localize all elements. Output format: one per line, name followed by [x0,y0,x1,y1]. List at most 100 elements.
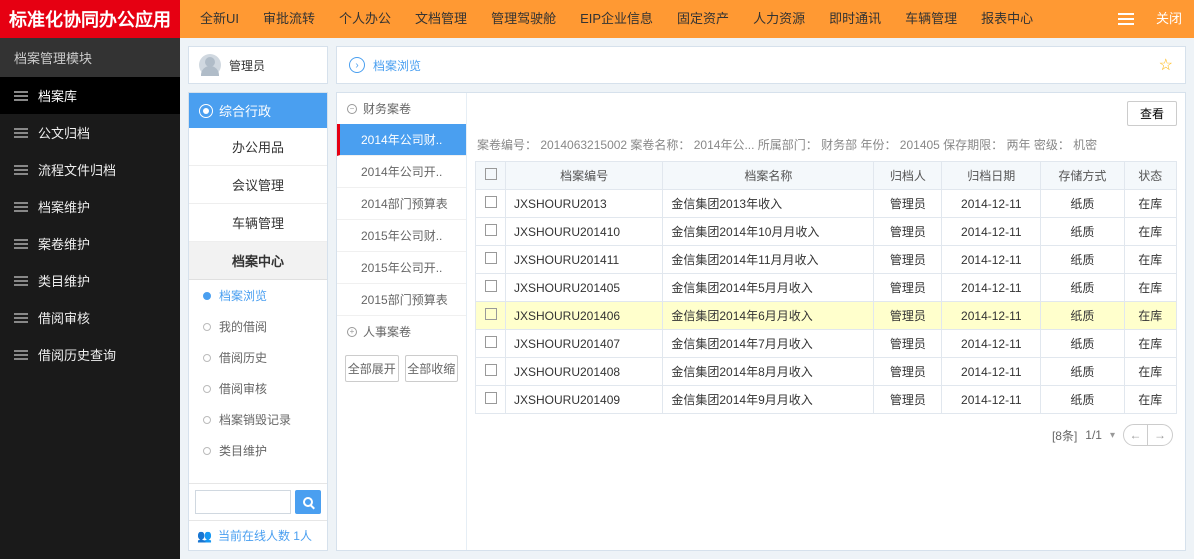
menu-bars-icon [14,350,28,360]
category-active[interactable]: 综合行政 [189,93,327,128]
topnav-item-9[interactable]: 车辆管理 [893,11,969,26]
radio-icon [203,354,211,362]
checkbox[interactable] [485,252,497,264]
archive-center-header: 档案中心 [189,242,327,280]
archive-sub-4[interactable]: 档案销毁记录 [189,404,327,435]
col-header-5: 存储方式 [1041,162,1124,190]
col-header-6: 状态 [1124,162,1177,190]
archive-sub-2[interactable]: 借阅历史 [189,342,327,373]
sidebar-item-3[interactable]: 档案维护 [0,188,180,225]
topnav-item-6[interactable]: 固定资产 [665,11,741,26]
checkbox[interactable] [485,336,497,348]
category-item-1[interactable]: 会议管理 [189,166,327,204]
sidebar-item-0[interactable]: 档案库 [0,77,180,114]
col-header-3: 归档人 [874,162,942,190]
radio-icon [203,323,211,331]
col-header-4: 归档日期 [942,162,1041,190]
menu-bars-icon [14,239,28,249]
category-item-0[interactable]: 办公用品 [189,128,327,166]
sidebar-item-2[interactable]: 流程文件归档 [0,151,180,188]
search-input[interactable] [195,490,291,514]
view-button[interactable]: 查看 [1127,101,1177,126]
topnav-item-4[interactable]: 管理驾驶舱 [479,11,568,26]
left-sidebar: 档案管理模块 档案库公文归档流程文件归档档案维护案卷维护类目维护借阅审核借阅历史… [0,38,180,559]
tree-group-finance[interactable]: − 财务案卷 [337,93,466,124]
menu-bars-icon [14,165,28,175]
user-name: 管理员 [229,57,265,74]
col-header-1: 档案编号 [506,162,663,190]
tree-leaf-4[interactable]: 2015年公司开.. [337,252,466,284]
pager-prev[interactable]: ← [1124,425,1148,445]
radio-icon [203,416,211,424]
topnav-item-7[interactable]: 人力资源 [741,11,817,26]
topnav-item-10[interactable]: 报表中心 [969,11,1045,26]
checkbox[interactable] [485,196,497,208]
expand-all-button[interactable]: 全部展开 [345,355,399,382]
sidebar-item-5[interactable]: 类目维护 [0,262,180,299]
tree-leaf-3[interactable]: 2015年公司财.. [337,220,466,252]
sidebar-item-7[interactable]: 借阅历史查询 [0,336,180,373]
table-row[interactable]: JXSHOURU201410金信集团2014年10月月收入管理员2014-12-… [476,218,1177,246]
menu-icon[interactable] [1108,0,1144,38]
topnav-item-1[interactable]: 审批流转 [251,11,327,26]
checkbox[interactable] [485,280,497,292]
people-icon: 👥 [197,529,212,543]
app-brand: 标准化协同办公应用 [0,0,180,38]
table-row[interactable]: JXSHOURU201405金信集团2014年5月月收入管理员2014-12-1… [476,274,1177,302]
star-icon[interactable]: ☆ [1159,55,1173,75]
menu-bars-icon [14,276,28,286]
chevron-down-icon[interactable]: ▾ [1110,430,1115,441]
category-active-label: 综合行政 [219,101,271,120]
checkbox-all[interactable] [485,168,497,180]
tree-leaf-5[interactable]: 2015部门预算表 [337,284,466,316]
table-row[interactable]: JXSHOURU2013金信集团2013年收入管理员2014-12-11纸质在库 [476,190,1177,218]
category-item-2[interactable]: 车辆管理 [189,204,327,242]
search-button[interactable] [295,490,321,514]
plus-circle-icon: + [347,327,357,337]
checkbox[interactable] [485,308,497,320]
topnav-item-3[interactable]: 文档管理 [403,11,479,26]
pager-total: [8条] [1052,427,1077,444]
tree-leaf-0[interactable]: 2014年公司财.. [337,124,466,156]
checkbox[interactable] [485,224,497,236]
table-row[interactable]: JXSHOURU201406金信集团2014年6月月收入管理员2014-12-1… [476,302,1177,330]
topnav-item-5[interactable]: EIP企业信息 [568,11,665,26]
table-row[interactable]: JXSHOURU201408金信集团2014年8月月收入管理员2014-12-1… [476,358,1177,386]
archive-sub-1[interactable]: 我的借阅 [189,311,327,342]
table-row[interactable]: JXSHOURU201407金信集团2014年7月月收入管理员2014-12-1… [476,330,1177,358]
radio-icon [203,447,211,455]
person-icon [199,104,213,118]
tree-leaf-1[interactable]: 2014年公司开.. [337,156,466,188]
sidebar-item-4[interactable]: 案卷维护 [0,225,180,262]
archive-sub-3[interactable]: 借阅审核 [189,373,327,404]
search-icon [303,497,313,507]
checkbox[interactable] [485,392,497,404]
top-nav: 全新UI审批流转个人办公文档管理管理驾驶舱EIP企业信息固定资产人力资源即时通讯… [180,0,1194,38]
archive-table: 档案编号档案名称归档人归档日期存储方式状态 JXSHOURU2013金信集团20… [475,161,1177,414]
pager-next[interactable]: → [1148,425,1172,445]
tree-leaf-2[interactable]: 2014部门预算表 [337,188,466,220]
minus-circle-icon: − [347,104,357,114]
pager-pages: 1/1 [1085,428,1102,442]
sidebar-item-6[interactable]: 借阅审核 [0,299,180,336]
collapse-all-button[interactable]: 全部收缩 [405,355,459,382]
menu-bars-icon [14,202,28,212]
sidebar-module-header: 档案管理模块 [0,38,180,77]
user-card: 管理员 [188,46,328,84]
checkbox[interactable] [485,364,497,376]
table-row[interactable]: JXSHOURU201409金信集团2014年9月月收入管理员2014-12-1… [476,386,1177,414]
online-count: 👥 当前在线人数 1人 [189,520,327,550]
back-icon[interactable]: › [349,57,365,73]
topnav-item-0[interactable]: 全新UI [188,11,251,26]
sidebar-item-1[interactable]: 公文归档 [0,114,180,151]
topnav-item-2[interactable]: 个人办公 [327,11,403,26]
radio-icon [203,385,211,393]
col-header-2: 档案名称 [663,162,874,190]
archive-sub-0[interactable]: 档案浏览 [189,280,327,311]
avatar-icon [199,54,221,76]
table-row[interactable]: JXSHOURU201411金信集团2014年11月月收入管理员2014-12-… [476,246,1177,274]
archive-sub-5[interactable]: 类目维护 [189,435,327,466]
close-button[interactable]: 关闭 [1144,0,1194,38]
topnav-item-8[interactable]: 即时通讯 [817,11,893,26]
tree-group-hr[interactable]: + 人事案卷 [337,316,466,347]
